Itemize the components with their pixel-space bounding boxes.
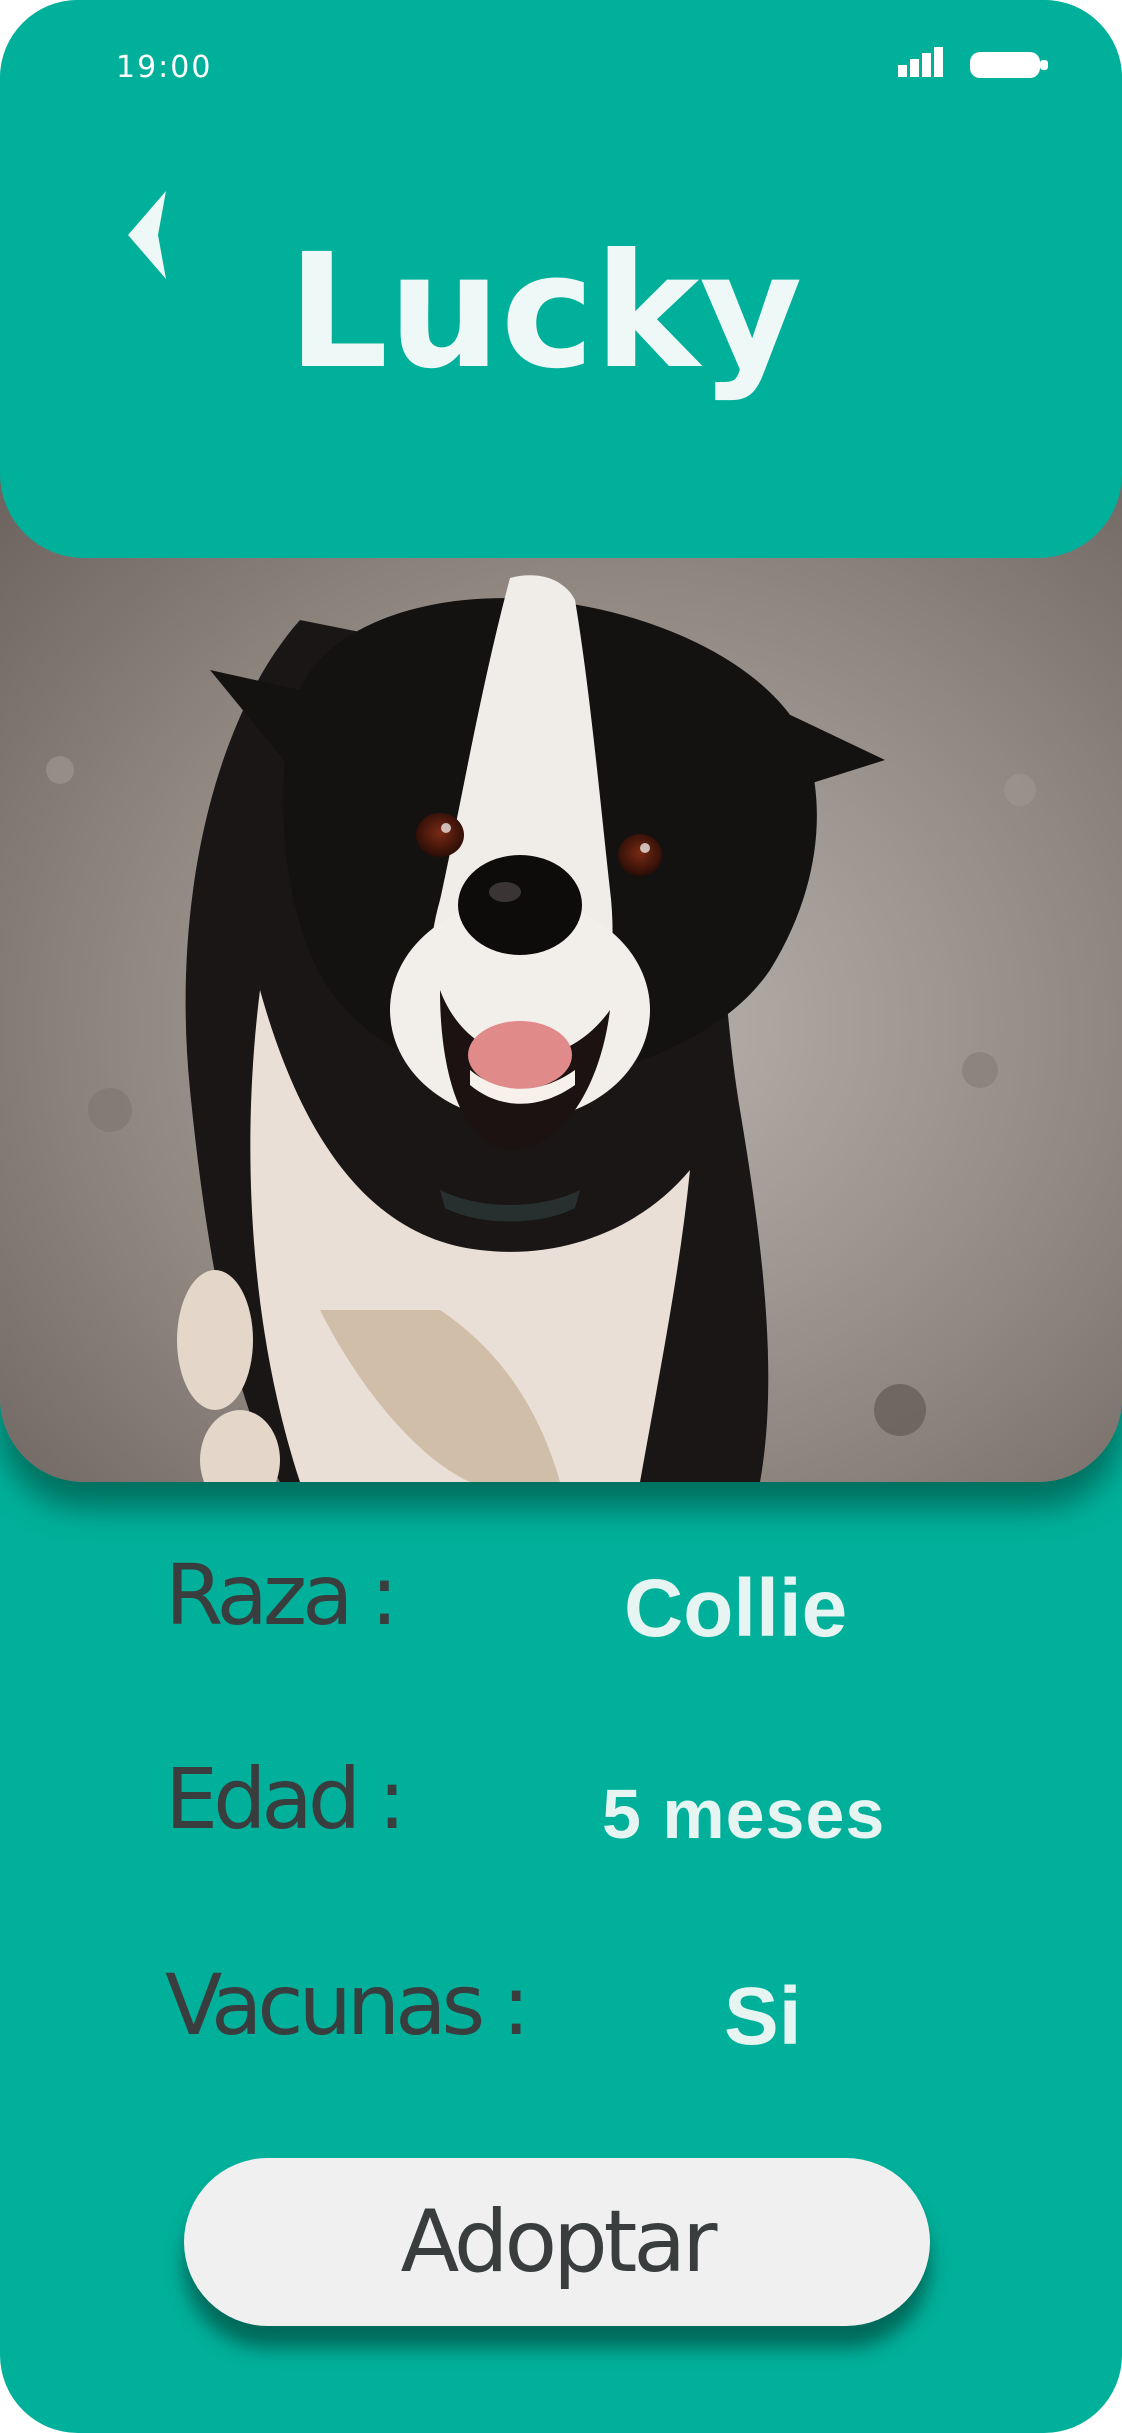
vaccines-label: Vacunas : bbox=[165, 1956, 530, 2054]
age-value: 5 meses bbox=[602, 1775, 886, 1853]
breed-label: Raza : bbox=[165, 1546, 399, 1644]
battery-icon bbox=[970, 52, 1048, 78]
status-time: 19:00 bbox=[116, 50, 213, 85]
phone-screen: 19:00 Lucky Raza: Collie Edad: 5 meses… bbox=[0, 0, 1122, 2433]
signal-bars-icon bbox=[898, 47, 943, 77]
breed-value: Collie bbox=[624, 1563, 848, 1654]
age-label: Edad : bbox=[165, 1750, 406, 1848]
detail-row-age: Edad : 5 meses bbox=[0, 1738, 1122, 1868]
adopt-button[interactable]: Adoptar bbox=[184, 2158, 930, 2326]
vaccines-value: Si bbox=[724, 1971, 802, 2062]
page-title: Lucky bbox=[287, 220, 803, 404]
adopt-button-label: Adoptar bbox=[400, 2192, 718, 2292]
detail-row-breed: Raza : Collie bbox=[0, 1530, 1122, 1660]
detail-row-vaccines: Vacunas : Si bbox=[0, 1942, 1122, 2072]
dog-photo bbox=[0, 470, 1122, 1482]
status-bar: 19:00 bbox=[0, 0, 1122, 130]
